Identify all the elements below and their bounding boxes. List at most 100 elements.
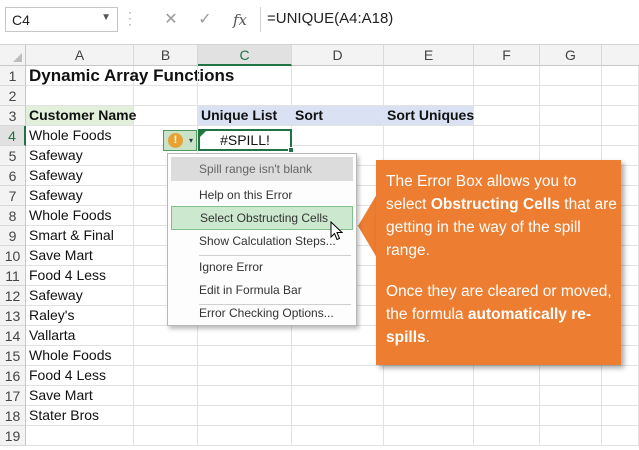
row-header-8[interactable]: 8 [0,206,26,226]
cell[interactable] [474,426,540,446]
cell[interactable] [292,126,384,146]
customer-name-cell[interactable]: Smart & Final [26,226,134,246]
column-header-b[interactable]: B [134,45,198,66]
menu-item-error-checking-options[interactable]: Error Checking Options... [171,301,353,325]
menu-item-help-on-error[interactable]: Help on this Error [171,183,353,207]
header-customer-name[interactable]: Customer Name [26,106,136,126]
cell[interactable] [474,126,540,146]
column-header-c[interactable]: C [198,45,292,66]
cell[interactable] [134,326,198,346]
header-sort[interactable]: Sort [292,106,384,126]
cell[interactable] [134,406,198,426]
cell[interactable] [134,86,198,106]
row-header-12[interactable]: 12 [0,286,26,306]
cell[interactable] [602,426,639,446]
header-sort-uniques[interactable]: Sort Uniques [384,106,474,126]
row-header-9[interactable]: 9 [0,226,26,246]
cell[interactable] [540,126,602,146]
cell[interactable] [384,406,474,426]
name-box[interactable]: C4 ▼ [5,7,118,32]
chevron-down-icon[interactable]: ▼ [101,12,111,23]
cell[interactable] [602,66,639,86]
cell[interactable] [134,426,198,446]
cell[interactable] [540,406,602,426]
cell[interactable] [292,386,384,406]
cell[interactable] [198,86,292,106]
customer-name-cell[interactable]: Save Mart [26,246,134,266]
cell[interactable] [474,406,540,426]
menu-item-ignore-error[interactable]: Ignore Error [171,255,353,279]
cell[interactable] [384,366,474,386]
cell[interactable] [134,66,198,86]
cell[interactable] [292,346,384,366]
cell[interactable] [134,346,198,366]
cell[interactable] [292,326,384,346]
cell[interactable] [540,106,602,126]
customer-name-cell[interactable]: Whole Foods [26,346,134,366]
cell[interactable] [602,126,639,146]
formula-input[interactable]: =UNIQUE(A4:A18) [260,7,636,32]
select-all-button[interactable] [0,45,26,66]
cell[interactable] [292,86,384,106]
cell[interactable] [474,66,540,86]
cell[interactable] [540,86,602,106]
row-header-17[interactable]: 17 [0,386,26,406]
row-header-3[interactable]: 3 [0,106,26,126]
cell[interactable] [198,426,292,446]
cell[interactable] [134,106,198,126]
column-header-e[interactable]: E [384,45,474,66]
check-icon[interactable]: ✓ [191,8,219,32]
cell[interactable] [602,366,639,386]
customer-name-cell[interactable]: Safeway [26,166,134,186]
row-header-13[interactable]: 13 [0,306,26,326]
cell[interactable] [384,126,474,146]
customer-name-cell[interactable]: Food 4 Less [26,366,134,386]
column-header-d[interactable]: D [292,45,384,66]
cell[interactable] [198,366,292,386]
column-header-a[interactable]: A [26,45,134,66]
customer-name-cell[interactable]: Vallarta [26,326,134,346]
customer-name-cell[interactable]: Whole Foods [26,206,134,226]
row-header-11[interactable]: 11 [0,266,26,286]
cell[interactable] [384,86,474,106]
cell[interactable] [602,406,639,426]
customer-name-cell[interactable]: Food 4 Less [26,266,134,286]
cell[interactable] [198,386,292,406]
customer-name-cell[interactable]: Stater Bros [26,406,134,426]
cell[interactable] [384,66,474,86]
cell[interactable] [602,386,639,406]
cell[interactable] [474,106,540,126]
error-options-button[interactable]: ! ▾ [163,130,197,151]
customer-name-cell[interactable]: Safeway [26,286,134,306]
header-unique-list[interactable]: Unique List [198,106,292,126]
cell[interactable] [384,386,474,406]
cell[interactable] [474,86,540,106]
cell[interactable] [198,346,292,366]
row-header-18[interactable]: 18 [0,406,26,426]
cell[interactable] [292,366,384,386]
close-icon[interactable]: ✕ [157,8,185,32]
cell[interactable] [384,426,474,446]
row-header-6[interactable]: 6 [0,166,26,186]
cell[interactable] [602,106,639,126]
customer-name-cell[interactable]: Raley's [26,306,134,326]
cell[interactable] [474,366,540,386]
cell[interactable] [292,406,384,426]
insert-function-button[interactable]: fx [226,8,254,32]
cell[interactable] [26,426,134,446]
sheet-title[interactable]: Dynamic Array Functions [26,66,234,86]
cell[interactable] [198,66,292,86]
cell[interactable] [540,66,602,86]
menu-item-edit-in-formula-bar[interactable]: Edit in Formula Bar [171,278,353,302]
cell[interactable] [134,386,198,406]
cell[interactable] [198,326,292,346]
row-header-10[interactable]: 10 [0,246,26,266]
customer-name-cell[interactable]: Whole Foods [26,126,134,146]
cell[interactable] [602,86,639,106]
column-header-h[interactable] [602,45,639,66]
cell[interactable] [474,386,540,406]
customer-name-cell[interactable]: Safeway [26,186,134,206]
row-header-14[interactable]: 14 [0,326,26,346]
column-header-f[interactable]: F [474,45,540,66]
active-cell-c4[interactable]: #SPILL! [198,129,294,153]
